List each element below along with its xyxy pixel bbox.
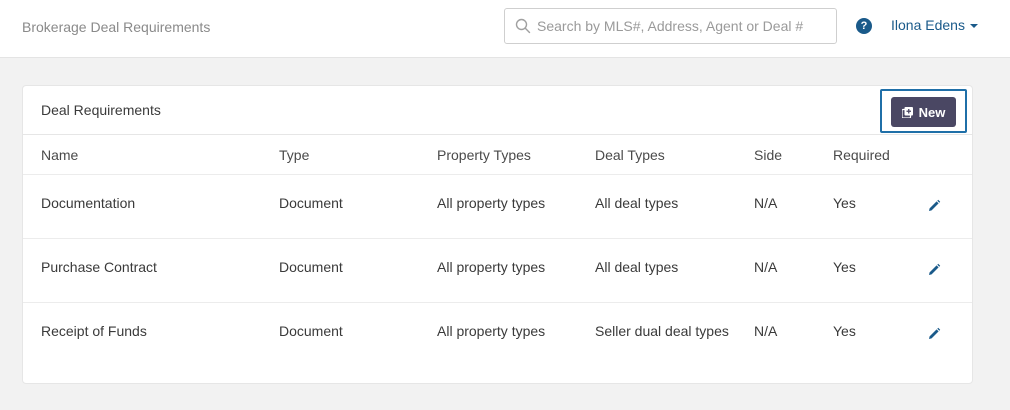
row-side: N/A: [754, 195, 778, 211]
deal-requirements-card: Deal Requirements New Name Type Property…: [22, 85, 973, 384]
new-button-label: New: [918, 104, 946, 120]
search-input[interactable]: [537, 9, 832, 43]
column-header-type: Type: [279, 147, 310, 163]
new-button[interactable]: New: [891, 97, 956, 127]
column-header-deal-types: Deal Types: [595, 147, 665, 163]
row-deal-types: Seller dual deal types: [595, 323, 729, 339]
row-name: Documentation: [41, 195, 136, 211]
row-deal-types: All deal types: [595, 195, 679, 211]
row-name: Purchase Contract: [41, 259, 157, 275]
table-row: Purchase Contract Document All property …: [23, 239, 972, 303]
row-required: Yes: [833, 323, 856, 339]
pencil-icon[interactable]: [927, 263, 941, 277]
row-required: Yes: [833, 195, 856, 211]
row-name: Receipt of Funds: [41, 323, 147, 339]
user-name: Ilona Edens: [891, 17, 965, 33]
search-box[interactable]: [504, 8, 837, 44]
card-title: Deal Requirements: [41, 102, 161, 118]
caret-down-icon: [969, 24, 978, 28]
row-required: Yes: [833, 259, 856, 275]
question-circle-icon[interactable]: ?: [856, 18, 872, 34]
column-header-property-types: Property Types: [437, 147, 531, 163]
table-header-row: Name Type Property Types Deal Types Side…: [23, 135, 972, 175]
row-type: Document: [279, 195, 343, 211]
card-header: Deal Requirements New: [23, 86, 972, 135]
app-title: Brokerage Deal Requirements: [22, 19, 211, 35]
row-property-types: All property types: [437, 195, 546, 211]
table-row: Receipt of Funds Document All property t…: [23, 303, 972, 383]
row-deal-types: All deal types: [595, 259, 679, 275]
row-side: N/A: [754, 259, 778, 275]
column-header-side: Side: [754, 147, 783, 163]
pencil-icon[interactable]: [927, 199, 941, 213]
new-button-focus-ring: New: [880, 89, 967, 133]
table-row: Documentation Document All property type…: [23, 175, 972, 239]
column-header-name: Name: [41, 147, 79, 163]
column-header-required: Required: [833, 147, 890, 163]
row-type: Document: [279, 259, 343, 275]
row-side: N/A: [754, 323, 778, 339]
pencil-icon[interactable]: [927, 327, 941, 341]
row-type: Document: [279, 323, 343, 339]
add-copy-icon: [901, 106, 913, 118]
user-menu[interactable]: Ilona Edens: [891, 17, 978, 33]
row-property-types: All property types: [437, 259, 546, 275]
top-bar: Brokerage Deal Requirements ? Ilona Eden…: [0, 0, 1010, 58]
search-icon: [515, 18, 531, 34]
row-property-types: All property types: [437, 323, 546, 339]
